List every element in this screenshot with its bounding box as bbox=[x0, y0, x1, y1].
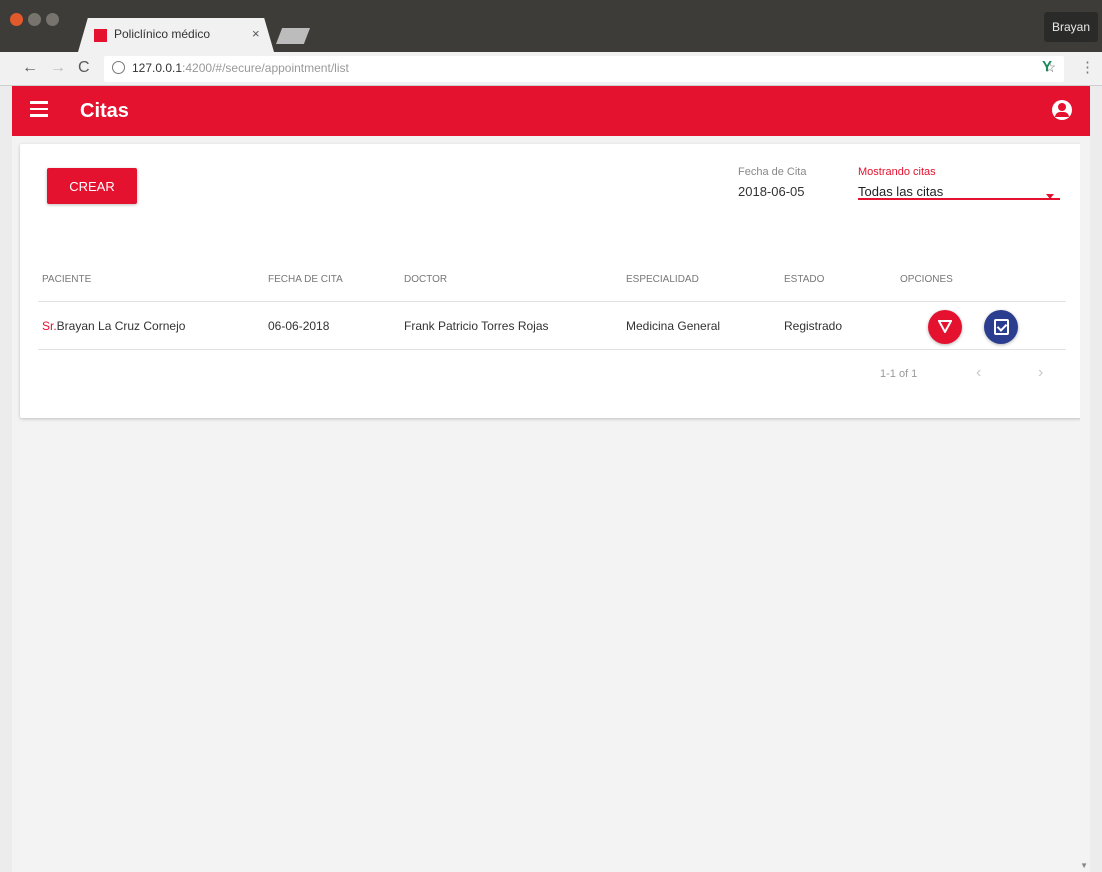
info-icon[interactable] bbox=[112, 61, 125, 74]
filter-select[interactable]: Mostrando citas Todas las citas bbox=[858, 166, 1060, 200]
date-field[interactable]: Fecha de Cita 2018-06-05 bbox=[738, 166, 828, 199]
filter-select-label: Mostrando citas bbox=[858, 166, 936, 178]
cell-patient: Sr.Brayan La Cruz Cornejo bbox=[42, 319, 185, 333]
extension-icon[interactable]: Y bbox=[1042, 58, 1052, 75]
patient-prefix: Sr. bbox=[42, 319, 57, 333]
window-close-button[interactable] bbox=[10, 13, 23, 26]
patient-name: Brayan La Cruz Cornejo bbox=[56, 319, 186, 333]
page-title: Citas bbox=[80, 100, 129, 122]
cell-specialty: Medicina General bbox=[626, 319, 721, 333]
date-field-value[interactable]: 2018-06-05 bbox=[738, 184, 828, 199]
date-field-label: Fecha de Cita bbox=[738, 166, 807, 178]
favicon-icon bbox=[94, 29, 107, 42]
url-text[interactable]: 127.0.0.1:4200/#/secure/appointment/list bbox=[132, 61, 349, 75]
forward-arrow-icon[interactable]: → bbox=[50, 59, 66, 77]
next-page-icon[interactable]: › bbox=[1038, 364, 1043, 382]
browser-toolbar: ← → C 127.0.0.1:4200/#/secure/appointmen… bbox=[0, 52, 1102, 86]
hamburger-menu-icon[interactable] bbox=[30, 101, 48, 117]
header-patient[interactable]: PACIENTE bbox=[42, 274, 91, 285]
main-content: CREAR Fecha de Cita 2018-06-05 Mostrando… bbox=[12, 136, 1090, 872]
warning-triangle-icon bbox=[938, 320, 952, 333]
header-specialty[interactable]: ESPECIALIDAD bbox=[626, 274, 699, 285]
scroll-down-icon[interactable]: ▼ bbox=[1080, 861, 1088, 870]
reload-icon[interactable]: C bbox=[78, 59, 90, 77]
window-maximize-button[interactable] bbox=[46, 13, 59, 26]
appointments-card: CREAR Fecha de Cita 2018-06-05 Mostrando… bbox=[20, 144, 1082, 418]
browser-menu-icon[interactable]: ⋮ bbox=[1080, 58, 1095, 76]
header-doctor[interactable]: DOCTOR bbox=[404, 274, 447, 285]
delete-button[interactable] bbox=[928, 310, 962, 344]
prev-page-icon[interactable]: ‹ bbox=[976, 364, 981, 382]
app-bar: Citas bbox=[12, 86, 1090, 136]
profile-button[interactable]: Brayan bbox=[1043, 12, 1098, 42]
url-host: 127.0.0.1 bbox=[132, 61, 183, 75]
assignment-check-icon bbox=[994, 319, 1009, 335]
address-bar[interactable]: 127.0.0.1:4200/#/secure/appointment/list… bbox=[104, 56, 1064, 82]
url-path: :4200/#/secure/appointment/list bbox=[182, 61, 349, 75]
filter-select-value[interactable]: Todas las citas bbox=[858, 184, 1060, 199]
page-range: 1-1 of 1 bbox=[880, 368, 918, 380]
pagination: 1-1 of 1 ‹ › bbox=[38, 350, 1066, 400]
cell-status: Registrado bbox=[784, 319, 843, 333]
browser-tab[interactable]: Policlínico médico × bbox=[78, 18, 274, 52]
edit-button[interactable] bbox=[984, 310, 1018, 344]
cell-doctor: Frank Patricio Torres Rojas bbox=[404, 319, 549, 333]
scrollbar[interactable]: ▼ bbox=[1080, 136, 1090, 872]
account-circle-icon[interactable] bbox=[1052, 100, 1072, 120]
browser-titlebar: Policlínico médico × Brayan bbox=[0, 0, 1102, 52]
header-options: OPCIONES bbox=[900, 274, 953, 285]
tab-title: Policlínico médico bbox=[114, 27, 211, 41]
table-header: PACIENTE FECHA DE CITA DOCTOR ESPECIALID… bbox=[38, 250, 1066, 302]
appointments-table: PACIENTE FECHA DE CITA DOCTOR ESPECIALID… bbox=[38, 250, 1066, 400]
dropdown-arrow-icon[interactable] bbox=[1046, 194, 1054, 199]
tab-close-icon[interactable]: × bbox=[252, 26, 260, 41]
cell-date: 06-06-2018 bbox=[268, 319, 330, 333]
back-arrow-icon[interactable]: ← bbox=[22, 59, 38, 77]
new-tab-button[interactable] bbox=[276, 28, 310, 44]
header-status[interactable]: ESTADO bbox=[784, 274, 824, 285]
create-button[interactable]: CREAR bbox=[47, 168, 137, 204]
window-minimize-button[interactable] bbox=[28, 13, 41, 26]
header-date[interactable]: FECHA DE CITA bbox=[268, 274, 343, 285]
table-row[interactable]: Sr.Brayan La Cruz Cornejo 06-06-2018 Fra… bbox=[38, 302, 1066, 350]
